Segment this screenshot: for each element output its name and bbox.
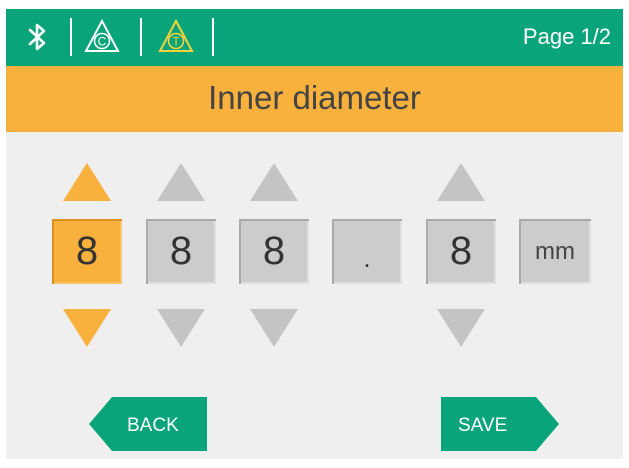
triangle-t-letter: T — [172, 35, 180, 49]
digit-2-up-arrow[interactable] — [155, 161, 207, 203]
separator — [70, 18, 72, 56]
status-bar: C T Page 1/2 — [6, 9, 623, 66]
digit-3-box[interactable]: 8 — [239, 219, 309, 284]
digit-2-box[interactable]: 8 — [146, 219, 216, 284]
digit-2-down-arrow[interactable] — [155, 307, 207, 349]
decimal-separator-box: . — [332, 219, 402, 284]
separator — [140, 18, 142, 56]
back-button[interactable]: BACK — [89, 397, 207, 451]
triangle-c-letter: C — [98, 35, 107, 49]
digit-1-up-arrow[interactable] — [61, 161, 113, 203]
save-button-label: SAVE — [458, 415, 508, 436]
title-bar: Inner diameter — [6, 66, 623, 132]
digit-4-up-arrow[interactable] — [435, 161, 487, 203]
triangle-c-icon: C — [84, 18, 120, 52]
digit-3-down-arrow[interactable] — [248, 307, 300, 349]
back-button-label: BACK — [127, 415, 179, 436]
page-indicator: Page 1/2 — [522, 24, 611, 49]
bluetooth-icon — [28, 23, 46, 51]
digit-1-down-arrow[interactable] — [61, 307, 113, 349]
digit-1-box[interactable]: 8 — [52, 219, 122, 284]
triangle-t-icon: T — [158, 18, 194, 52]
save-button[interactable]: SAVE — [441, 397, 559, 451]
separator — [212, 18, 214, 56]
digit-4-box[interactable]: 8 — [426, 219, 496, 284]
digit-3-up-arrow[interactable] — [248, 161, 300, 203]
digit-4-down-arrow[interactable] — [435, 307, 487, 349]
device-screen: C T Page 1/2 Inner diameter 8 8 8 . 8 mm… — [6, 9, 623, 459]
unit-box: mm — [519, 219, 591, 284]
page-title: Inner diameter — [208, 79, 421, 116]
